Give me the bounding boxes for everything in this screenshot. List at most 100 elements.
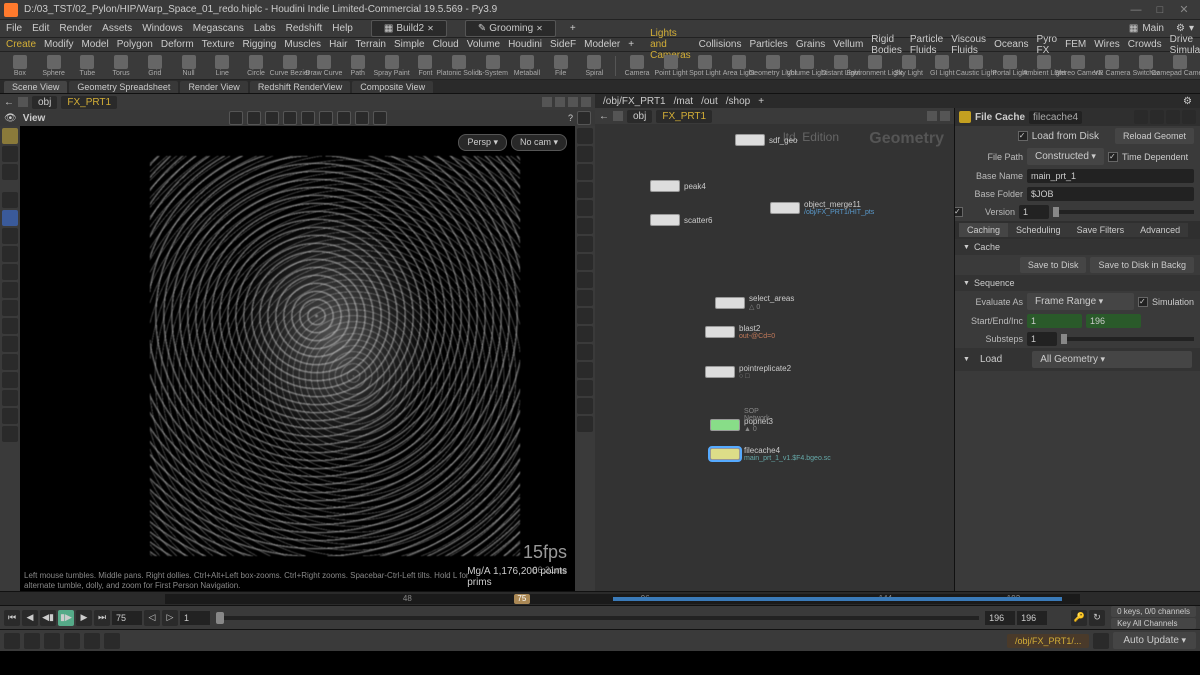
back-icon[interactable]: ← — [4, 97, 14, 108]
rtool-icon[interactable] — [577, 146, 593, 162]
menu-assets[interactable]: Assets — [102, 23, 132, 34]
gear-icon[interactable] — [1134, 110, 1148, 124]
tab-geo-spreadsheet[interactable]: Geometry Spreadsheet — [69, 81, 178, 93]
load-dropdown[interactable]: All Geometry ▾ — [1032, 351, 1192, 368]
vtool-icon[interactable] — [2, 164, 18, 180]
vh-tool[interactable] — [283, 111, 297, 125]
prev-frame-button[interactable]: ◀ — [22, 610, 38, 626]
shelf-sky-light[interactable]: Sky Light — [893, 55, 925, 77]
rtool-icon[interactable] — [577, 164, 593, 180]
save-to-disk-bg-button[interactable]: Save to Disk in Backg — [1090, 257, 1194, 273]
rtool-icon[interactable] — [577, 290, 593, 306]
shelf-gamepad-camera[interactable]: Gamepad Camera — [1164, 55, 1196, 77]
viewport-canvas[interactable]: Persp ▾ No cam ▾ 15fps 66.31ms Mg/A 1,17… — [20, 126, 575, 591]
shelf-metaball[interactable]: Metaball — [511, 55, 543, 77]
substeps-input[interactable]: 1 — [1027, 332, 1057, 346]
vh-help-icon[interactable] — [577, 111, 591, 125]
menu-render[interactable]: Render — [59, 23, 92, 34]
vtool-icon[interactable] — [2, 146, 18, 162]
load-section[interactable]: Load All Geometry ▾ — [955, 348, 1200, 371]
vtool-icon[interactable] — [2, 372, 18, 388]
rtool-icon[interactable] — [577, 380, 593, 396]
maximize-button[interactable]: □ — [1154, 4, 1166, 16]
basename-input[interactable]: main_prt_1 — [1027, 169, 1194, 183]
vtool-icon[interactable] — [2, 408, 18, 424]
save-to-disk-button[interactable]: Save to Disk — [1020, 257, 1087, 273]
node-peak4[interactable]: peak4 — [650, 180, 706, 192]
node-sdf_geo[interactable]: sdf_geo — [735, 134, 797, 146]
rtool-icon[interactable] — [577, 218, 593, 234]
shelf-spiral[interactable]: Spiral — [579, 55, 611, 77]
shelf-spot-light[interactable]: Spot Light — [689, 55, 721, 77]
sb-icon[interactable] — [104, 633, 120, 649]
shelf-circle[interactable]: Circle — [240, 55, 272, 77]
main-desk[interactable]: Main — [1142, 23, 1164, 34]
timedep-check[interactable] — [1108, 152, 1118, 162]
vtool-icon[interactable] — [2, 282, 18, 298]
rtool-icon[interactable] — [577, 326, 593, 342]
nocam-button[interactable]: No cam ▾ — [511, 134, 567, 151]
version-input[interactable]: 1 — [1019, 205, 1049, 219]
shelf-file[interactable]: File — [545, 55, 577, 77]
search-icon[interactable] — [1166, 110, 1180, 124]
node-blast2[interactable]: blast2out-@Cd=0 — [705, 324, 775, 340]
reload-button[interactable]: Reload Geomet — [1115, 128, 1194, 144]
node-object_merge11[interactable]: object_merge11/obj/FX_PRT1/HIT_pts — [770, 200, 874, 216]
rtool-icon[interactable] — [577, 236, 593, 252]
minimize-button[interactable]: — — [1130, 4, 1142, 16]
shelf-torus[interactable]: Torus — [105, 55, 137, 77]
menu-megascans[interactable]: Megascans — [193, 23, 244, 34]
netpath[interactable]: /out — [701, 96, 718, 107]
shelf-l-system[interactable]: L-System — [477, 55, 509, 77]
load-from-disk-check[interactable] — [1018, 131, 1028, 141]
sim-check[interactable] — [1138, 297, 1148, 307]
view-icon[interactable]: 👁 — [4, 113, 17, 124]
frame-slider[interactable] — [216, 616, 979, 620]
netpath[interactable]: /mat — [674, 96, 693, 107]
sb-icon[interactable] — [24, 633, 40, 649]
rtool-icon[interactable] — [577, 362, 593, 378]
range-start-input[interactable]: 1 — [180, 611, 210, 625]
key-icon[interactable]: 🔑 — [1071, 610, 1087, 626]
vh-tool[interactable] — [373, 111, 387, 125]
select-tool-icon[interactable] — [2, 192, 18, 208]
vh-tool[interactable] — [265, 111, 279, 125]
vtool-icon[interactable] — [2, 390, 18, 406]
persp-button[interactable]: Persp ▾ — [458, 134, 507, 151]
next-frame-button[interactable]: ▶ — [76, 610, 92, 626]
path-tool-icon[interactable] — [568, 97, 578, 107]
range-start-input[interactable]: 1 — [1027, 314, 1082, 328]
desk-build[interactable]: ▦Build2✕ — [371, 20, 447, 37]
basefolder-input[interactable]: $JOB — [1027, 187, 1194, 201]
timeline-playhead[interactable]: 75 — [514, 594, 530, 604]
shelf-camera[interactable]: Camera — [621, 55, 653, 77]
sb-icon[interactable] — [64, 633, 80, 649]
viewport[interactable]: Persp ▾ No cam ▾ 15fps 66.31ms Mg/A 1,17… — [0, 126, 595, 591]
close-button[interactable]: ✕ — [1178, 4, 1190, 16]
network-view[interactable]: ← obj FX_PRT1 Geometry ltd. Edition sdf_… — [595, 108, 955, 591]
rtool-icon[interactable] — [577, 398, 593, 414]
shelf-draw-curve[interactable]: Draw Curve — [308, 55, 340, 77]
path-tool-icon[interactable] — [581, 97, 591, 107]
tab-composite-view[interactable]: Composite View — [352, 81, 433, 93]
shelf-stereo-camera[interactable]: Stereo Camera — [1062, 55, 1094, 77]
shelf-geometry-light[interactable]: Geometry Light — [757, 55, 789, 77]
shelf-vr-camera[interactable]: VR Camera — [1096, 55, 1128, 77]
eval-dropdown[interactable]: Frame Range ▾ — [1027, 293, 1134, 310]
node-popnet3[interactable]: SOP Networkpopnet3▲ 0 — [710, 417, 773, 433]
shelf-grid[interactable]: Grid — [139, 55, 171, 77]
range-end-input[interactable]: 196 — [985, 611, 1015, 625]
tab-caching[interactable]: Caching — [959, 223, 1008, 237]
sb-icon[interactable] — [84, 633, 100, 649]
auto-update-button[interactable]: Auto Update ▾ — [1113, 632, 1196, 649]
path-obj[interactable]: obj — [32, 96, 57, 109]
node-name[interactable]: filecache4 — [1029, 111, 1082, 124]
netpath[interactable]: /shop — [726, 96, 750, 107]
vh-tool[interactable] — [229, 111, 243, 125]
shelftab-create[interactable]: Create — [6, 39, 36, 50]
shelf-sphere[interactable]: Sphere — [38, 55, 70, 77]
shelf-volume-light[interactable]: Volume Light — [791, 55, 823, 77]
tab-scene-view[interactable]: Scene View — [4, 81, 67, 93]
tab-render-view[interactable]: Render View — [180, 81, 247, 93]
vtool-icon[interactable] — [2, 246, 18, 262]
